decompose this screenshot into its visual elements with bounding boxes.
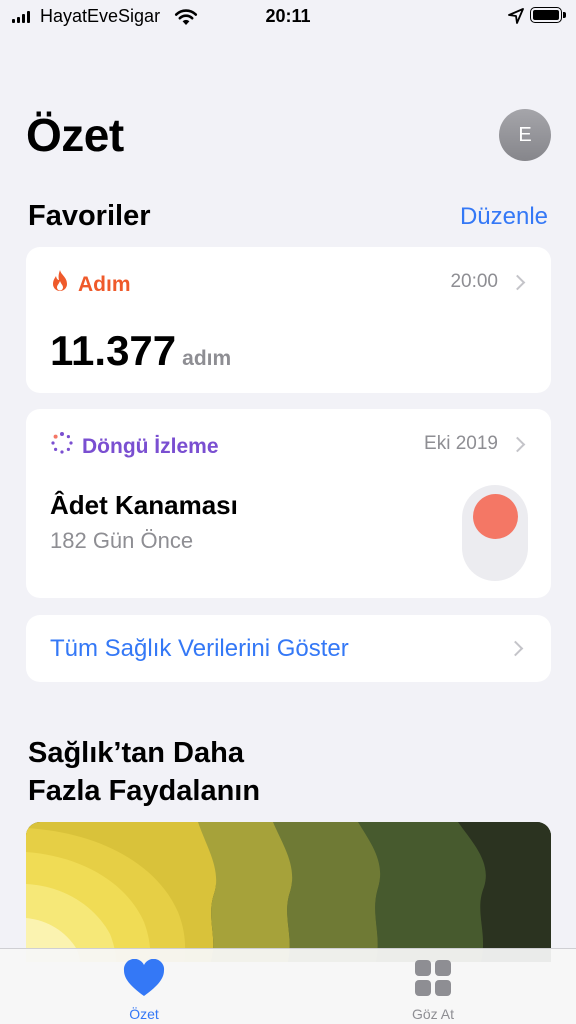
tab-browse-label: Göz At: [411, 1006, 455, 1022]
chevron-right-icon: [509, 436, 526, 452]
battery-icon: [530, 7, 566, 23]
steps-card[interactable]: Adım 20:00 11.377 adım: [26, 247, 551, 393]
promo-title-line2: Fazla Faydalanın: [28, 775, 261, 807]
cycle-indicator: [462, 485, 528, 581]
chevron-right-icon: [507, 640, 524, 657]
page-title: Özet: [26, 109, 124, 161]
steps-label: Adım: [78, 272, 131, 296]
location-icon: [508, 8, 524, 29]
promo-title: Sağlık’tan Daha Fazla Faydalanın: [28, 734, 428, 810]
cycle-tracking-card[interactable]: Döngü İzleme Eki 2019 Âdet Kanaması 182 …: [26, 409, 551, 598]
cycle-card-header: Döngü İzleme: [50, 431, 219, 462]
cycle-period-subtitle: 182 Gün Önce: [50, 528, 194, 553]
chevron-right-icon: [509, 274, 526, 290]
show-all-health-data-button[interactable]: Tüm Sağlık Verilerini Göster: [26, 615, 551, 682]
cycle-label: Döngü İzleme: [82, 434, 219, 458]
heart-icon: [123, 959, 165, 997]
show-all-label: Tüm Sağlık Verilerini Göster: [50, 635, 349, 662]
cycle-tracking-icon: [50, 431, 74, 462]
cycle-period-title: Âdet Kanaması: [50, 490, 238, 520]
edit-button[interactable]: Düzenle: [460, 202, 548, 232]
cycle-meta: Eki 2019: [424, 431, 526, 457]
status-bar: HayatEveSigar 20:11: [0, 0, 576, 36]
steps-card-header: Adım: [50, 269, 131, 300]
cycle-date: Eki 2019: [424, 433, 498, 454]
period-dot: [473, 494, 518, 539]
promo-banner-image[interactable]: [26, 822, 551, 962]
tab-bar: Özet Göz At: [0, 948, 576, 1024]
steps-time: 20:00: [450, 271, 498, 292]
favorites-title: Favoriler: [28, 200, 151, 232]
tab-browse[interactable]: Göz At: [373, 949, 493, 1024]
tab-summary[interactable]: Özet: [84, 949, 204, 1024]
steps-meta: 20:00: [450, 269, 526, 295]
flame-icon: [50, 269, 70, 300]
promo-title-line1: Sağlık’tan Daha: [28, 737, 244, 769]
grid-icon: [415, 959, 451, 997]
status-time: 20:11: [265, 6, 311, 26]
steps-count: 11.377: [50, 327, 177, 374]
steps-unit: adım: [182, 347, 232, 370]
steps-value: 11.377 adım: [50, 327, 231, 375]
profile-avatar[interactable]: E: [499, 109, 551, 161]
tab-summary-label: Özet: [129, 1006, 159, 1022]
